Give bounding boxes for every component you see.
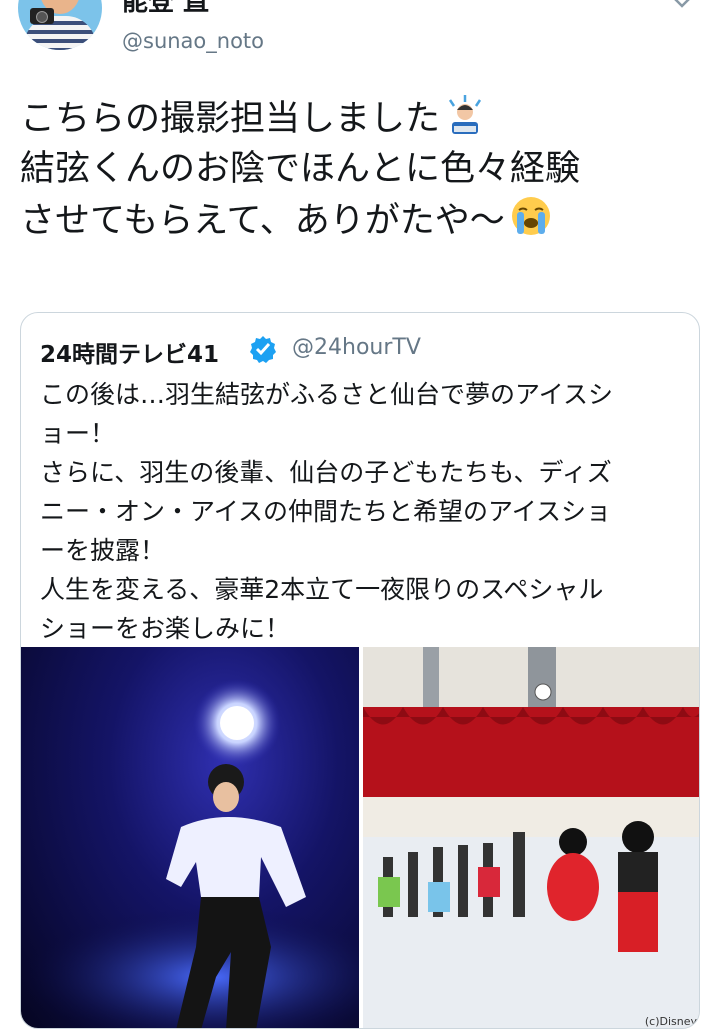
loudly-crying-face-emoji — [511, 197, 550, 235]
author-display-name[interactable]: 能登 直 — [122, 0, 209, 18]
tweet-text: こちらの撮影担当しました 結弦くんのお陰でほんとに色々経験 させてもらえて、あり… — [20, 94, 710, 246]
quoted-line: ニー・オン・アイスの仲間たちと希望のアイスショ — [40, 497, 612, 526]
quoted-tweet-text: この後は…羽生結弦がふるさと仙台で夢のアイスシ ョー！ さらに、羽生の後輩、仙台… — [40, 375, 695, 648]
camera-icon — [30, 8, 54, 24]
tweet-line-3: させてもらえて、ありがたや〜 — [20, 201, 505, 241]
quoted-line: この後は…羽生結弦がふるさと仙台で夢のアイスシ — [40, 380, 614, 409]
quoted-line: ーを披露！ — [40, 536, 166, 565]
author-avatar[interactable] — [18, 0, 102, 50]
author-handle[interactable]: @sunao_noto — [122, 29, 264, 53]
tweet-line-1: こちらの撮影担当しました — [20, 99, 441, 139]
tweet-line-2: 結弦くんのお陰でほんとに色々経験 — [20, 149, 581, 189]
quoted-line: 人生を変える、豪華2本立て一夜限りのスペシャル — [40, 575, 604, 604]
quoted-tweet-card[interactable]: 24時間テレビ41 @24hourTV この後は…羽生結弦がふるさと仙台で夢のア… — [20, 312, 700, 1029]
quoted-handle[interactable]: @24hourTV — [292, 335, 421, 360]
photo-credit: (c)Disney — [644, 1015, 697, 1028]
quoted-line: ショーをお楽しみに！ — [40, 614, 291, 643]
ice-show-group-photo[interactable]: (c)Disney — [363, 647, 699, 1028]
quoted-line: さらに、羽生の後輩、仙台の子どもたちも、ディズ — [40, 458, 612, 487]
chevron-down-icon[interactable] — [670, 0, 694, 10]
verified-badge-icon — [250, 336, 276, 363]
quoted-line: ョー！ — [40, 419, 116, 448]
man-technologist-emoji — [448, 95, 482, 134]
skater-spotlight-photo[interactable] — [21, 647, 359, 1028]
quoted-display-name[interactable]: 24時間テレビ41 — [40, 335, 219, 369]
